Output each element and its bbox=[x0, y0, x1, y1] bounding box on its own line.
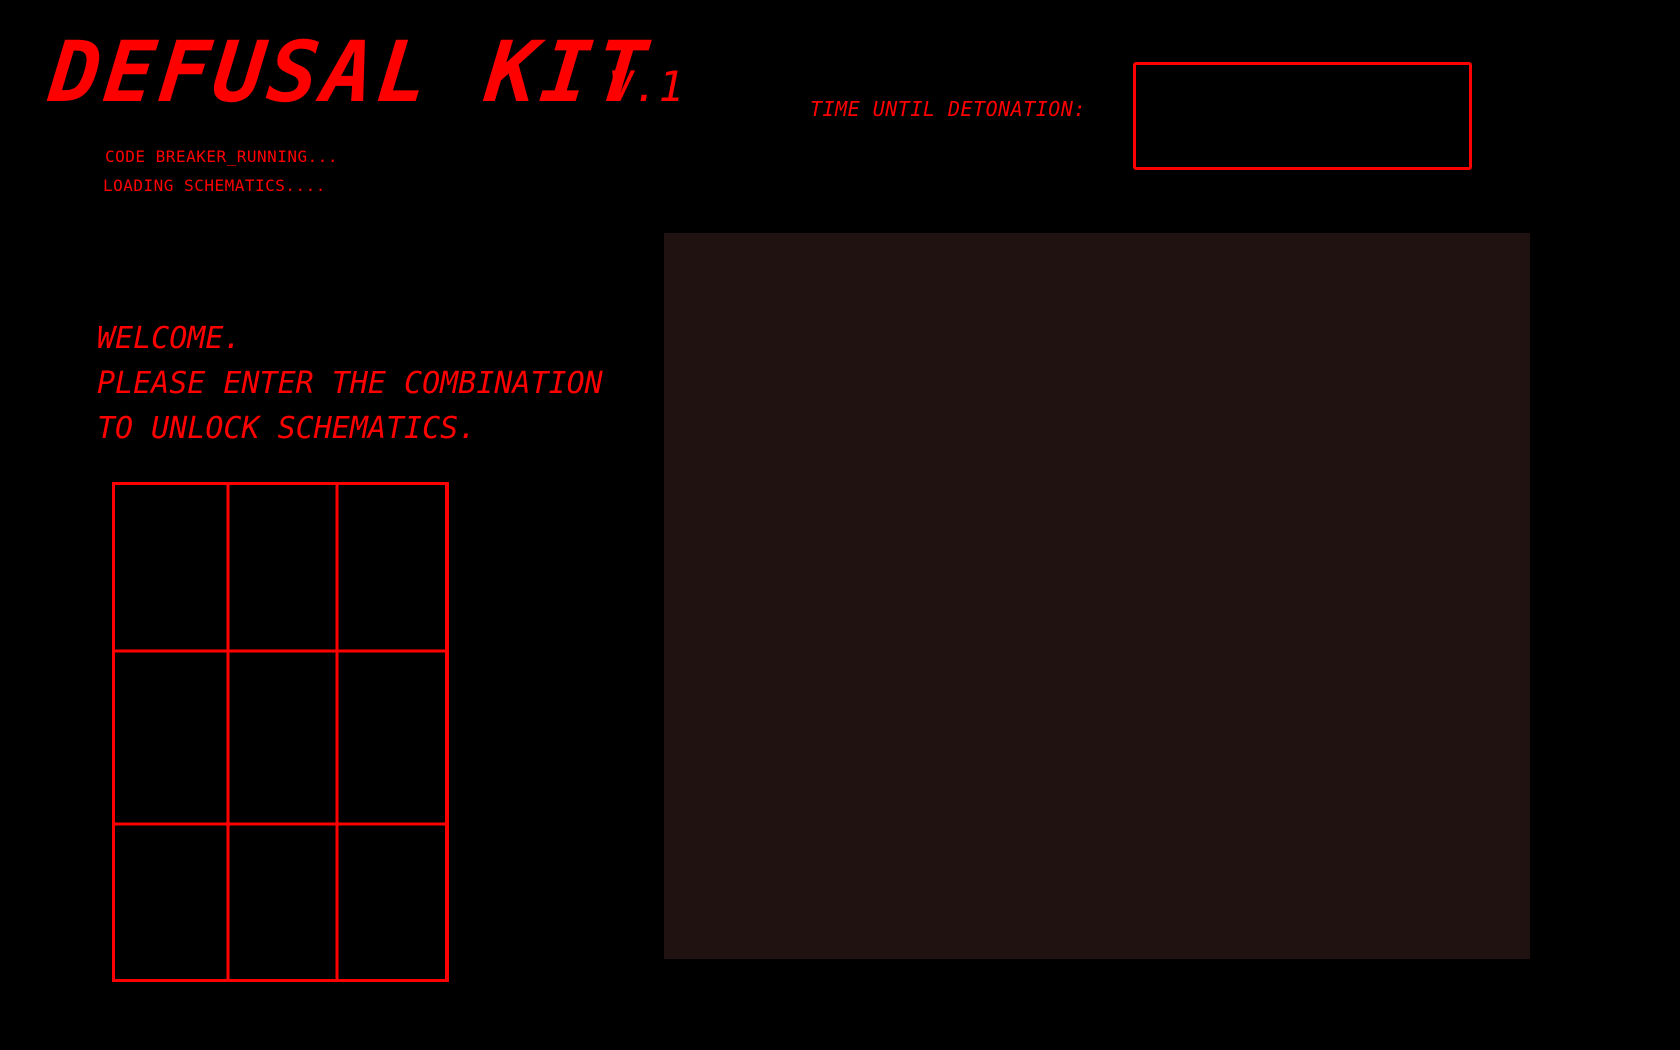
schematics-panel bbox=[664, 233, 1530, 959]
app-version: V.1 bbox=[608, 62, 684, 111]
welcome-line: PLEASE ENTER THE COMBINATION bbox=[97, 366, 603, 401]
keypad-key[interactable] bbox=[335, 649, 449, 826]
status-code-breaker: CODE BREAKER_RUNNING... bbox=[105, 147, 339, 166]
app-title: DEFUSAL KIT bbox=[44, 23, 656, 121]
welcome-line: WELCOME. bbox=[97, 321, 242, 356]
keypad-key[interactable] bbox=[112, 649, 230, 826]
welcome-message: WELCOME. PLEASE ENTER THE COMBINATION TO… bbox=[97, 316, 603, 451]
keypad-key[interactable] bbox=[226, 649, 339, 826]
keypad-key[interactable] bbox=[335, 822, 449, 982]
combination-keypad bbox=[112, 482, 449, 982]
keypad-key[interactable] bbox=[112, 822, 230, 982]
timer-label: TIME UNTIL DETONATION: bbox=[810, 97, 1086, 121]
keypad-key[interactable] bbox=[226, 822, 339, 982]
keypad-key[interactable] bbox=[335, 482, 449, 653]
status-loading-schematics: LOADING SCHEMATICS.... bbox=[103, 176, 326, 195]
welcome-line: TO UNLOCK SCHEMATICS. bbox=[97, 411, 477, 446]
keypad-key[interactable] bbox=[112, 482, 230, 653]
detonation-timer-display bbox=[1133, 62, 1472, 170]
keypad-key[interactable] bbox=[226, 482, 339, 653]
